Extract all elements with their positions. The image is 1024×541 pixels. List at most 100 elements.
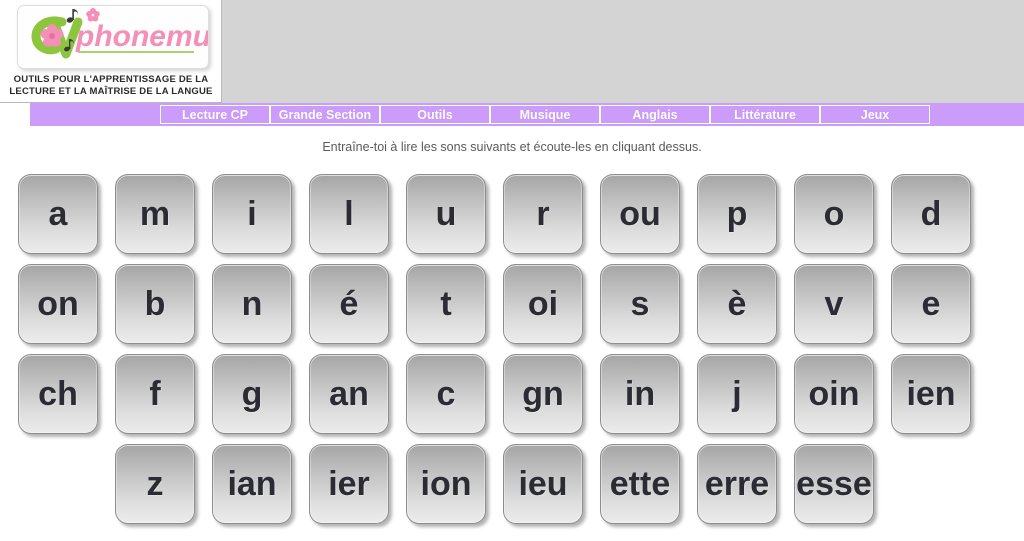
tagline-line-2: LECTURE ET LA MAÎTRISE DE LA LANGUE [9, 86, 213, 97]
sound-key-label: v [824, 285, 844, 323]
sound-key-e[interactable]: e [891, 264, 971, 344]
sound-key-é[interactable]: é [309, 264, 389, 344]
sound-key-r[interactable]: r [503, 174, 583, 254]
sound-key-f[interactable]: f [115, 354, 195, 434]
instruction-text: Entraîne-toi à lire les sons suivants et… [322, 140, 702, 154]
sound-key-label: u [435, 195, 457, 233]
sound-key-an[interactable]: an [309, 354, 389, 434]
site-logo[interactable]: phonemus.fr [17, 5, 209, 69]
sound-key-erre[interactable]: erre [697, 444, 777, 524]
sound-key-oi[interactable]: oi [503, 264, 583, 344]
sound-key-t[interactable]: t [406, 264, 486, 344]
sound-key-label: f [149, 375, 161, 413]
sound-key-g[interactable]: g [212, 354, 292, 434]
site-header: phonemus.fr OUTILS POUR L'APPRENTISSAGE … [0, 0, 1024, 103]
nav-item-musique[interactable]: Musique [490, 105, 600, 124]
sound-key-esse[interactable]: esse [794, 444, 874, 524]
tagline-line-1: OUTILS POUR L'APPRENTISSAGE DE LA [13, 74, 209, 85]
sound-key-label: m [139, 195, 171, 233]
sound-key-m[interactable]: m [115, 174, 195, 254]
nav-item-anglais[interactable]: Anglais [600, 105, 710, 124]
sound-key-grid: a m i l u r ou p o d on b n é t oi s è v e ch f g an c gn in j oin ie… [18, 174, 1008, 534]
sound-key-label: é [339, 285, 359, 323]
sound-key-row: on b n é t oi s è v e [18, 264, 1008, 354]
sound-key-label: r [536, 195, 550, 233]
sound-key-ieu[interactable]: ieu [503, 444, 583, 524]
sound-key-ien[interactable]: ien [891, 354, 971, 434]
sound-key-label: l [344, 195, 354, 233]
site-tagline: OUTILS POUR L'APPRENTISSAGE DE LA LECTUR… [0, 74, 222, 98]
sound-key-label: gn [522, 375, 564, 413]
sound-key-label: p [726, 195, 748, 233]
sound-key-label: ette [609, 465, 671, 503]
sound-key-label: i [247, 195, 257, 233]
sound-key-label: j [732, 375, 742, 413]
sound-key-è[interactable]: è [697, 264, 777, 344]
main-navigation: Lecture CP Grande Section Outils Musique… [30, 103, 1024, 126]
sound-key-ch[interactable]: ch [18, 354, 98, 434]
sound-key-ian[interactable]: ian [212, 444, 292, 524]
nav-right-filler [930, 103, 1024, 126]
sound-key-u[interactable]: u [406, 174, 486, 254]
sound-key-b[interactable]: b [115, 264, 195, 344]
sound-key-ou[interactable]: ou [600, 174, 680, 254]
sound-key-ette[interactable]: ette [600, 444, 680, 524]
sound-key-oin[interactable]: oin [794, 354, 874, 434]
sound-key-a[interactable]: a [18, 174, 98, 254]
sound-key-on[interactable]: on [18, 264, 98, 344]
sound-key-i[interactable]: i [212, 174, 292, 254]
sound-key-label: esse [796, 465, 872, 503]
sound-key-label: z [146, 465, 164, 503]
sound-key-label: ieu [518, 465, 568, 503]
sound-key-l[interactable]: l [309, 174, 389, 254]
sound-key-label: b [144, 285, 166, 323]
logo-panel: phonemus.fr OUTILS POUR L'APPRENTISSAGE … [0, 0, 222, 103]
sound-key-label: ou [619, 195, 661, 233]
sound-key-label: ch [38, 375, 78, 413]
sound-key-label: ier [328, 465, 370, 503]
sound-key-label: e [921, 285, 941, 323]
sound-key-label: c [436, 375, 456, 413]
sound-key-label: g [241, 375, 263, 413]
logo-graphic: phonemus.fr [31, 8, 209, 59]
sound-key-v[interactable]: v [794, 264, 874, 344]
logo-wordmark: phonemus.fr [75, 20, 209, 53]
sound-key-label: s [630, 285, 650, 323]
sound-key-label: in [624, 375, 656, 413]
sound-key-label: ien [906, 375, 956, 413]
sound-key-label: oi [527, 285, 559, 323]
sound-key-label: o [823, 195, 845, 233]
sound-key-label: n [241, 285, 263, 323]
sound-key-p[interactable]: p [697, 174, 777, 254]
sound-key-label: erre [704, 465, 770, 503]
sound-key-gn[interactable]: gn [503, 354, 583, 434]
sound-key-label: ion [420, 465, 472, 503]
sound-key-n[interactable]: n [212, 264, 292, 344]
sound-key-label: d [920, 195, 942, 233]
sound-key-label: t [440, 285, 452, 323]
nav-item-lecture-cp[interactable]: Lecture CP [160, 105, 270, 124]
main-content: Entraîne-toi à lire les sons suivants et… [0, 126, 1024, 541]
sound-key-row: z ian ier ion ieu ette erre esse [18, 444, 1008, 534]
nav-item-grande-section[interactable]: Grande Section [270, 105, 380, 124]
sound-key-ion[interactable]: ion [406, 444, 486, 524]
sound-key-label: oin [808, 375, 860, 413]
nav-item-jeux[interactable]: Jeux [820, 105, 930, 124]
sound-key-s[interactable]: s [600, 264, 680, 344]
sound-key-in[interactable]: in [600, 354, 680, 434]
sound-key-label: an [329, 375, 369, 413]
sound-key-label: a [48, 195, 68, 233]
sound-key-j[interactable]: j [697, 354, 777, 434]
sound-key-ier[interactable]: ier [309, 444, 389, 524]
sound-key-c[interactable]: c [406, 354, 486, 434]
sound-key-label: ian [227, 465, 277, 503]
sound-key-z[interactable]: z [115, 444, 195, 524]
sound-key-label: on [37, 285, 79, 323]
sound-key-d[interactable]: d [891, 174, 971, 254]
nav-item-litterature[interactable]: Littérature [710, 105, 820, 124]
sound-key-row: ch f g an c gn in j oin ien [18, 354, 1008, 444]
nav-item-outils[interactable]: Outils [380, 105, 490, 124]
sound-key-row: a m i l u r ou p o d [18, 174, 1008, 264]
sound-key-o[interactable]: o [794, 174, 874, 254]
sound-key-label: è [727, 285, 747, 323]
